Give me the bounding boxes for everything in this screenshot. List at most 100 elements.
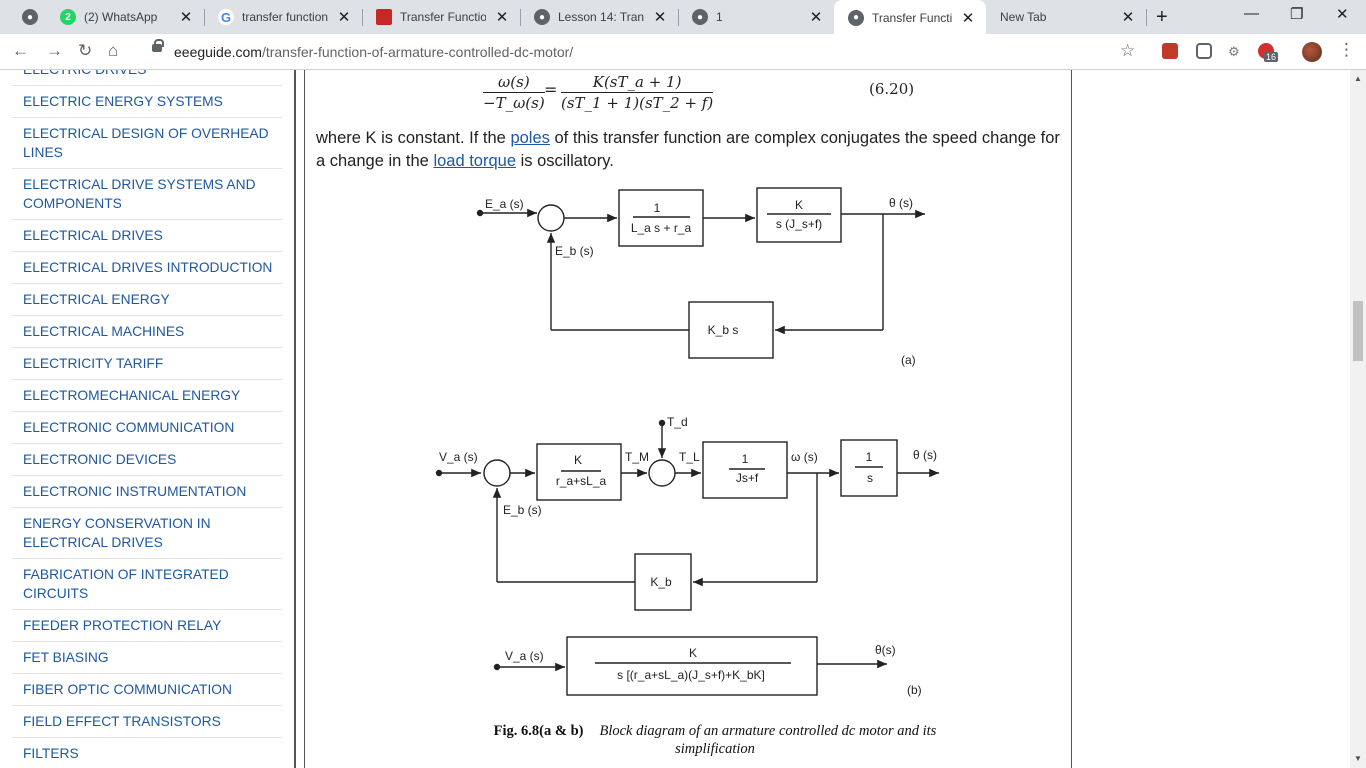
diagram-a-feedback-block-label: K_b s — [708, 323, 739, 337]
diagram-b-omega-label: ω (s) — [791, 450, 818, 464]
sidebar-category-link[interactable]: FIBER OPTIC COMMUNICATION — [12, 674, 282, 706]
sidebar-category-link[interactable]: ELECTRICAL DRIVES INTRODUCTION — [12, 252, 282, 284]
book-icon — [376, 9, 392, 25]
sidebar-category-link[interactable]: ELECTRICITY TARIFF — [12, 348, 282, 380]
tab-title: (2) WhatsApp — [84, 10, 158, 24]
diagram-a-input-label: E_a (s) — [485, 197, 524, 211]
bookmark-star-icon[interactable]: ☆ — [1120, 41, 1135, 61]
diagram-a-output-label: θ (s) — [889, 196, 913, 210]
diagram-b-block1-denominator: r_a+sL_a — [556, 474, 607, 488]
bike-extension-icon[interactable]: ⚙ — [1228, 44, 1240, 60]
sidebar-category-label: ELECTRICAL MACHINES — [23, 324, 185, 339]
restore-icon[interactable]: ❐ — [1290, 5, 1303, 23]
close-icon[interactable]: ✕ — [494, 8, 510, 26]
url-text[interactable]: eeeguide.com/transfer-function-of-armatu… — [174, 44, 573, 60]
tab-title: New Tab — [1000, 10, 1047, 24]
bookmark-extension-icon[interactable] — [1162, 43, 1178, 59]
sidebar-category-link[interactable]: ELECTRIC DRIVES — [12, 70, 282, 86]
figure-caption-label: Fig. 6.8(a & b) — [493, 723, 584, 739]
whatsapp-badge-icon: 2 — [60, 9, 76, 25]
sidebar-category-link[interactable]: FET BIASING — [12, 642, 282, 674]
scroll-up-arrow-icon[interactable]: ▲ — [1354, 74, 1362, 83]
sidebar-category-link[interactable]: FIELD EFFECT TRANSISTORS — [12, 706, 282, 738]
sidebar-category-link[interactable]: ELECTRICAL DRIVES — [12, 220, 282, 252]
close-icon[interactable]: ✕ — [652, 8, 668, 26]
sidebar-category-link[interactable]: ELECTROMECHANICAL ENERGY — [12, 380, 282, 412]
tab-whatsapp[interactable]: 2 (2) WhatsApp ✕ — [46, 0, 204, 34]
home-icon[interactable]: ⌂ — [108, 41, 118, 61]
tab-title: Transfer Function — [400, 10, 486, 24]
pocket-icon[interactable] — [1196, 43, 1212, 59]
diagram-b-simplified-output-label: θ(s) — [875, 643, 896, 657]
sidebar-category-link[interactable]: ELECTRIC ENERGY SYSTEMS — [12, 86, 282, 118]
close-icon[interactable]: ✕ — [960, 9, 976, 27]
diagram-b-block3-denominator: s — [867, 471, 873, 485]
poles-link[interactable]: poles — [510, 129, 549, 147]
diagram-b-td-label: T_d — [667, 415, 688, 429]
sidebar-category-link[interactable]: ELECTRICAL DRIVE SYSTEMS AND COMPONENTS — [12, 169, 282, 220]
sidebar-category-label: ELECTRONIC COMMUNICATION — [23, 420, 235, 435]
sidebar-category-link[interactable]: FEEDER PROTECTION RELAY — [12, 610, 282, 642]
tab-title: transfer function — [242, 10, 328, 24]
sidebar-category-label: ELECTRONIC DEVICES — [23, 452, 177, 467]
address-bar[interactable]: eeeguide.com/transfer-function-of-armatu… — [140, 38, 1150, 66]
minimize-icon[interactable]: — — [1244, 5, 1259, 22]
equation-lhs-denominator: −T_ω(s) — [483, 94, 545, 112]
diagram-b-tm-label: T_M — [625, 450, 649, 464]
tab-transfer-function-book[interactable]: Transfer Function ✕ — [362, 0, 520, 34]
extension-badge-icon[interactable]: 16 — [1258, 43, 1279, 62]
sidebar-category-link[interactable]: FABRICATION OF INTEGRATED CIRCUITS — [12, 559, 282, 610]
diagram-a-armature-block — [618, 189, 704, 247]
transfer-function-equation: ω(s) −T_ω(s) = K(sT_a + 1) (sT_1 + 1)(sT… — [305, 70, 1073, 118]
close-icon[interactable]: ✕ — [178, 8, 194, 26]
tab-google-search[interactable]: G transfer function ✕ — [204, 0, 362, 34]
diagram-b-feedback-block-label: K_b — [650, 575, 672, 589]
url-domain: eeeguide.com — [174, 44, 262, 60]
chrome-icon: ● — [22, 9, 38, 25]
sidebar-category-label: ELECTRONIC INSTRUMENTATION — [23, 484, 247, 499]
sidebar-category-link[interactable]: ELECTRICAL MACHINES — [12, 316, 282, 348]
load-torque-link[interactable]: load torque — [433, 152, 516, 170]
sidebar-category-label: FET BIASING — [23, 650, 109, 665]
tab-active-transfer-function[interactable]: ● Transfer Function ✕ — [834, 0, 986, 35]
sidebar-category-link[interactable]: ENERGY CONSERVATION IN ELECTRICAL DRIVES — [12, 508, 282, 559]
close-icon[interactable]: ✕ — [336, 8, 352, 26]
sidebar-category-link[interactable]: ELECTRONIC INSTRUMENTATION — [12, 476, 282, 508]
sidebar-category-link[interactable]: ELECTRONIC COMMUNICATION — [12, 412, 282, 444]
diagram-b-block1-numerator: K — [574, 453, 582, 467]
back-arrow-icon[interactable]: ← — [12, 41, 29, 61]
tab-new-tab[interactable]: New Tab ✕ — [986, 0, 1146, 34]
close-icon[interactable]: ✕ — [808, 8, 824, 26]
window-close-icon[interactable]: ✕ — [1336, 5, 1349, 23]
tab-title: Transfer Function — [872, 10, 952, 25]
sidebar-category-link[interactable]: ELECTRONIC DEVICES — [12, 444, 282, 476]
new-tab-plus-icon[interactable]: + — [1156, 6, 1168, 29]
reload-icon[interactable]: ↻ — [78, 41, 92, 61]
sidebar-category-link[interactable]: ELECTRICAL ENERGY — [12, 284, 282, 316]
sidebar-category-link[interactable]: FILTERS — [12, 738, 282, 768]
article-content: ω(s) −T_ω(s) = K(sT_a + 1) (sT_1 + 1)(sT… — [304, 70, 1072, 768]
category-list: ELECTRIC DRIVES ELECTRIC ENERGY SYSTEMS EL… — [12, 70, 282, 768]
equation-rhs-denominator: (sT_1 + 1)(sT_2 + f) — [561, 94, 714, 112]
diagram-b-block2-denominator: Js+f — [736, 471, 759, 485]
equation-rhs-numerator: K(sT_a + 1) — [561, 72, 714, 93]
sidebar-category-link[interactable]: ELECTRICAL DESIGN OF OVERHEAD LINES — [12, 118, 282, 169]
forward-arrow-icon[interactable]: → — [46, 41, 63, 61]
para-text-3: is oscillatory. — [520, 152, 614, 170]
equation-lhs: ω(s) −T_ω(s) — [483, 72, 545, 113]
scroll-thumb[interactable] — [1353, 301, 1363, 361]
diagram-a-block1-numerator: 1 — [654, 201, 661, 215]
category-sidebar: ELECTRIC DRIVES ELECTRIC ENERGY SYSTEMS EL… — [0, 70, 296, 768]
avatar[interactable] — [1302, 42, 1322, 62]
menu-dots-icon[interactable]: ⋮ — [1338, 40, 1355, 60]
diagram-a-tag: (a) — [901, 353, 916, 367]
equation-rhs: K(sT_a + 1) (sT_1 + 1)(sT_2 + f) — [561, 72, 714, 113]
scroll-down-arrow-icon[interactable]: ▼ — [1354, 754, 1362, 763]
close-icon[interactable]: ✕ — [1120, 8, 1136, 26]
globe-icon: ● — [534, 9, 550, 25]
tab-lesson-14[interactable]: ● Lesson 14: Transfe ✕ — [520, 0, 678, 34]
diagram-b-block3-numerator: 1 — [866, 450, 873, 464]
tab-one[interactable]: ● 1 ✕ — [678, 0, 834, 34]
sidebar-category-label: FIELD EFFECT TRANSISTORS — [23, 714, 221, 729]
page-scrollbar[interactable]: ▲ ▼ — [1350, 70, 1366, 768]
